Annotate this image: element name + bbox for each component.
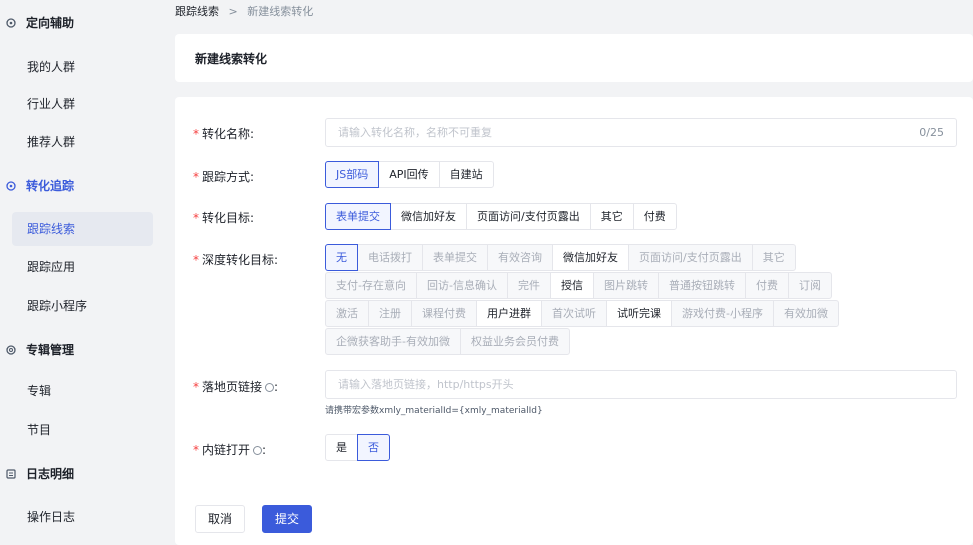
sidebar-item-album[interactable]: 专辑 bbox=[12, 374, 153, 408]
deep-option: 表单提交 bbox=[422, 244, 488, 271]
deep-goal-row: 无 电话拨打 表单提交 有效咨询 微信加好友 页面访问/支付页露出 其它 bbox=[325, 244, 796, 271]
goal-option-form[interactable]: 表单提交 bbox=[325, 203, 391, 230]
conversion-name-input[interactable]: 请输入转化名称，名称不可重复 0/25 bbox=[325, 118, 957, 147]
sidebar-section-conversion[interactable]: 转化追踪 bbox=[6, 175, 74, 195]
page-header: 新建线索转化 bbox=[175, 34, 973, 82]
goal-group: 表单提交 微信加好友 页面访问/支付页露出 其它 付费 bbox=[325, 203, 677, 230]
deep-goal-row: 支付-存在意向 回访-信息确认 完件 授信 图片跳转 普通按钮跳转 付费 订阅 bbox=[325, 272, 832, 299]
deep-option[interactable]: 用户进群 bbox=[476, 300, 542, 327]
deep-option: 权益业务会员付费 bbox=[459, 328, 570, 355]
target-icon bbox=[6, 180, 16, 191]
question-icon[interactable] bbox=[265, 383, 275, 392]
track-method-label: * 跟踪方式: bbox=[193, 170, 255, 184]
landing-hint: 请携带宏参数xmly_materialId={xmly_materialId} bbox=[325, 406, 543, 416]
deep-option: 课程付费 bbox=[411, 300, 477, 327]
deep-option: 页面访问/支付页露出 bbox=[628, 244, 753, 271]
sidebar-section-label: 定向辅助 bbox=[26, 15, 75, 30]
sidebar-section-album[interactable]: 专辑管理 bbox=[6, 339, 74, 359]
sidebar-section-label: 日志明细 bbox=[26, 466, 75, 481]
deep-option: 付费 bbox=[744, 272, 789, 299]
sidebar: 定向辅助 我的人群 行业人群 推荐人群 转化追踪 跟踪线索 跟踪应用 跟踪小程序… bbox=[0, 0, 163, 545]
form-card: * 转化名称: 请输入转化名称，名称不可重复 0/25 * 跟踪方式: JS部码 A… bbox=[175, 97, 973, 545]
name-label: * 转化名称: bbox=[193, 127, 255, 141]
deep-option: 电话拨打 bbox=[357, 244, 423, 271]
deep-goal-row: 激活 注册 课程付费 用户进群 首次试听 试听完课 游戏付费-小程序 有效加微 bbox=[325, 300, 839, 327]
deep-option: 激活 bbox=[325, 300, 369, 327]
page-title: 新建线索转化 bbox=[195, 52, 268, 66]
landing-placeholder: 请输入落地页链接，http/https开头 bbox=[338, 378, 514, 391]
breadcrumb-current: 新建线索转化 bbox=[247, 5, 314, 18]
deep-option: 回访-信息确认 bbox=[415, 272, 508, 299]
sidebar-item-my-audience[interactable]: 我的人群 bbox=[12, 50, 153, 84]
track-option-js[interactable]: JS部码 bbox=[325, 161, 380, 188]
deep-option: 有效加微 bbox=[772, 300, 839, 327]
breadcrumb: 跟踪线索 > 新建线索转化 bbox=[175, 3, 313, 19]
sidebar-item-track-apps[interactable]: 跟踪应用 bbox=[12, 250, 153, 284]
deep-option: 有效咨询 bbox=[487, 244, 553, 271]
sidebar-item-industry-audience[interactable]: 行业人群 bbox=[12, 87, 153, 121]
cancel-button[interactable]: 取消 bbox=[195, 505, 246, 533]
track-option-api[interactable]: API回传 bbox=[378, 161, 440, 188]
goal-option-page-visit[interactable]: 页面访问/支付页露出 bbox=[466, 203, 591, 230]
deep-option: 图片跳转 bbox=[592, 272, 659, 299]
sidebar-item-track-leads[interactable]: 跟踪线索 bbox=[12, 212, 153, 246]
deep-option[interactable]: 授信 bbox=[549, 272, 594, 299]
deep-option: 订阅 bbox=[787, 272, 832, 299]
target-icon bbox=[6, 17, 16, 28]
deep-option: 首次试听 bbox=[541, 300, 607, 327]
sidebar-item-operation-log[interactable]: 操作日志 bbox=[12, 500, 153, 534]
deep-option[interactable]: 无 bbox=[325, 244, 358, 271]
deep-option: 普通按钮跳转 bbox=[657, 272, 746, 299]
track-method-group: JS部码 API回传 自建站 bbox=[325, 161, 494, 188]
sidebar-section-label: 专辑管理 bbox=[26, 342, 75, 357]
deep-goal-label: * 深度转化目标: bbox=[193, 253, 279, 267]
sidebar-item-episode[interactable]: 节目 bbox=[12, 413, 153, 447]
deep-option: 注册 bbox=[368, 300, 412, 327]
sidebar-section-targeting[interactable]: 定向辅助 bbox=[6, 12, 74, 32]
goal-option-payment[interactable]: 付费 bbox=[632, 203, 677, 230]
inlink-label: * 内链打开: bbox=[193, 443, 267, 457]
sidebar-section-label: 转化追踪 bbox=[26, 178, 75, 193]
goal-option-other[interactable]: 其它 bbox=[589, 203, 634, 230]
log-icon bbox=[6, 468, 16, 479]
name-placeholder: 请输入转化名称，名称不可重复 bbox=[338, 126, 492, 139]
deep-option[interactable]: 试听完课 bbox=[606, 300, 672, 327]
inlink-option-yes[interactable]: 是 bbox=[325, 434, 358, 461]
inlink-group: 是 否 bbox=[325, 434, 390, 461]
album-icon bbox=[6, 344, 16, 355]
breadcrumb-separator: > bbox=[228, 5, 238, 18]
sidebar-item-recommended-audience[interactable]: 推荐人群 bbox=[12, 125, 153, 159]
question-icon[interactable] bbox=[253, 446, 263, 455]
deep-option: 游戏付费-小程序 bbox=[671, 300, 774, 327]
landing-label: * 落地页链接: bbox=[193, 380, 279, 394]
goal-option-wechat[interactable]: 微信加好友 bbox=[390, 203, 467, 230]
deep-option: 其它 bbox=[751, 244, 796, 271]
submit-button[interactable]: 提交 bbox=[262, 505, 313, 533]
goal-label: * 转化目标: bbox=[193, 211, 255, 225]
landing-url-input[interactable]: 请输入落地页链接，http/https开头 bbox=[325, 370, 957, 399]
deep-option: 支付-存在意向 bbox=[325, 272, 417, 299]
sidebar-section-logs[interactable]: 日志明细 bbox=[6, 463, 74, 483]
breadcrumb-parent[interactable]: 跟踪线索 bbox=[175, 5, 219, 18]
name-char-count: 0/25 bbox=[919, 126, 944, 139]
deep-option: 完件 bbox=[506, 272, 551, 299]
deep-option[interactable]: 微信加好友 bbox=[552, 244, 629, 271]
deep-option: 企微获客助手-有效加微 bbox=[325, 328, 461, 355]
track-option-self-site[interactable]: 自建站 bbox=[438, 161, 494, 188]
deep-goal-row: 企微获客助手-有效加微 权益业务会员付费 bbox=[325, 328, 570, 355]
sidebar-item-track-miniprogram[interactable]: 跟踪小程序 bbox=[12, 289, 153, 323]
inlink-option-no[interactable]: 否 bbox=[357, 434, 390, 461]
